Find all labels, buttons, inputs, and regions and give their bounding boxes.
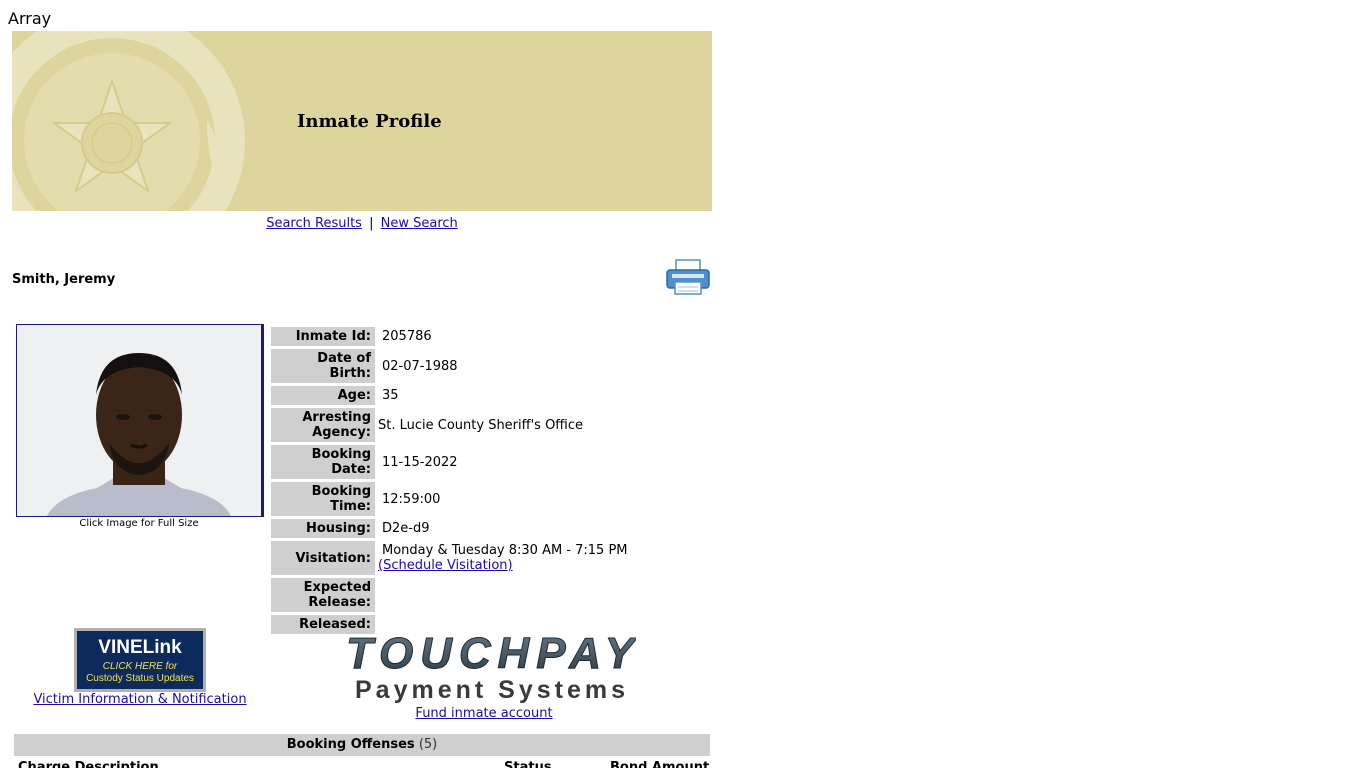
inmate-photo[interactable]: [16, 324, 264, 517]
inmate-info-table: Inmate Id: 205786 Date of Birth: 02-07-1…: [268, 324, 689, 637]
dob-value: 02-07-1988: [382, 358, 458, 374]
print-icon[interactable]: [664, 258, 712, 298]
fund-inmate-account-link[interactable]: Fund inmate account: [415, 706, 552, 721]
info-row-inmate-id: Inmate Id: 205786: [271, 327, 686, 346]
info-row-dob: Date of Birth: 02-07-1988: [271, 349, 686, 383]
charge-description-column-header: Charge Description: [18, 760, 159, 768]
victim-info-caption: Victim Information & Notification: [12, 692, 268, 707]
inmate-id-label: Inmate Id:: [271, 327, 375, 346]
touchpay-brand: TOUCHPAY: [346, 630, 636, 678]
bond-amount-column-header: Bond Amount: [610, 760, 710, 768]
info-row-expected-release: Expected Release:: [271, 578, 686, 612]
touchpay-subtitle: Payment Systems: [355, 676, 625, 704]
touchpay-logo[interactable]: TOUCHPAY Payment Systems: [344, 629, 639, 706]
nav-separator: |: [369, 216, 374, 231]
booking-offenses-count: (5): [418, 737, 438, 752]
expected-release-value: [378, 578, 686, 612]
inmate-name: Smith, Jeremy: [12, 272, 116, 287]
dob-label: Date of Birth:: [271, 349, 375, 383]
booking-date-label: Booking Date:: [271, 445, 375, 479]
info-row-housing: Housing: D2e-d9: [271, 519, 686, 538]
agency-value: St. Lucie County Sheriff's Office: [378, 417, 584, 433]
inmate-id-value: 205786: [382, 329, 432, 344]
header-banner: Inmate Profile: [12, 31, 712, 211]
breadcrumb-nav: Search Results | New Search: [12, 216, 712, 231]
agency-label-line2: Agency:: [312, 425, 371, 440]
page-title: Inmate Profile: [297, 111, 442, 132]
booking-date-value: 11-15-2022: [382, 454, 458, 470]
booking-offenses-title: Booking Offenses: [286, 737, 415, 752]
vinelink-banner[interactable]: VINELink CLICK HERE for Custody Status U…: [74, 628, 206, 692]
info-row-age: Age: 35: [271, 386, 686, 405]
new-search-link[interactable]: New Search: [381, 216, 458, 231]
agency-label-line1: Arresting: [302, 410, 371, 425]
info-row-booking-time: Booking Time: 12:59:00: [271, 482, 686, 516]
expected-label-line2: Release:: [308, 595, 371, 610]
agency-label: Arresting Agency:: [271, 408, 375, 442]
photo-caption: Click Image for Full Size: [79, 518, 199, 529]
schedule-visitation-link[interactable]: (Schedule Visitation): [378, 558, 513, 573]
vinelink-line1: CLICK HERE for: [103, 661, 178, 672]
housing-value: D2e-d9: [382, 521, 430, 536]
vinelink-line2: Custody Status Updates: [86, 673, 194, 684]
fund-account-caption: Fund inmate account: [344, 706, 624, 721]
expected-label-line1: Expected: [303, 580, 371, 595]
victim-information-link[interactable]: Victim Information & Notification: [33, 692, 246, 707]
mugshot-image: [17, 325, 261, 516]
visitation-value: Monday & Tuesday 8:30 AM - 7:15 PM: [382, 543, 628, 558]
info-row-agency: Arresting Agency: St. Lucie County Sherif…: [271, 408, 686, 442]
booking-offenses-header: Booking Offenses (5): [14, 734, 710, 756]
housing-label: Housing:: [271, 519, 375, 538]
visitation-cell: Monday & Tuesday 8:30 AM - 7:15 PM (Sche…: [378, 541, 686, 575]
booking-time-label: Booking Time:: [271, 482, 375, 516]
visitation-label: Visitation:: [271, 541, 375, 575]
booking-time-value: 12:59:00: [382, 491, 441, 507]
info-row-booking-date: Booking Date: 11-15-2022: [271, 445, 686, 479]
age-value: 35: [382, 388, 399, 403]
sheriff-badge-watermark: [12, 31, 245, 211]
search-results-link[interactable]: Search Results: [266, 216, 362, 231]
debug-output-text: Array: [8, 9, 52, 28]
status-column-header: Status: [504, 760, 552, 768]
age-label: Age:: [271, 386, 375, 405]
info-row-visitation: Visitation: Monday & Tuesday 8:30 AM - 7…: [271, 541, 686, 575]
vinelink-brand: VINELink: [98, 637, 182, 658]
expected-release-label: Expected Release:: [271, 578, 375, 612]
